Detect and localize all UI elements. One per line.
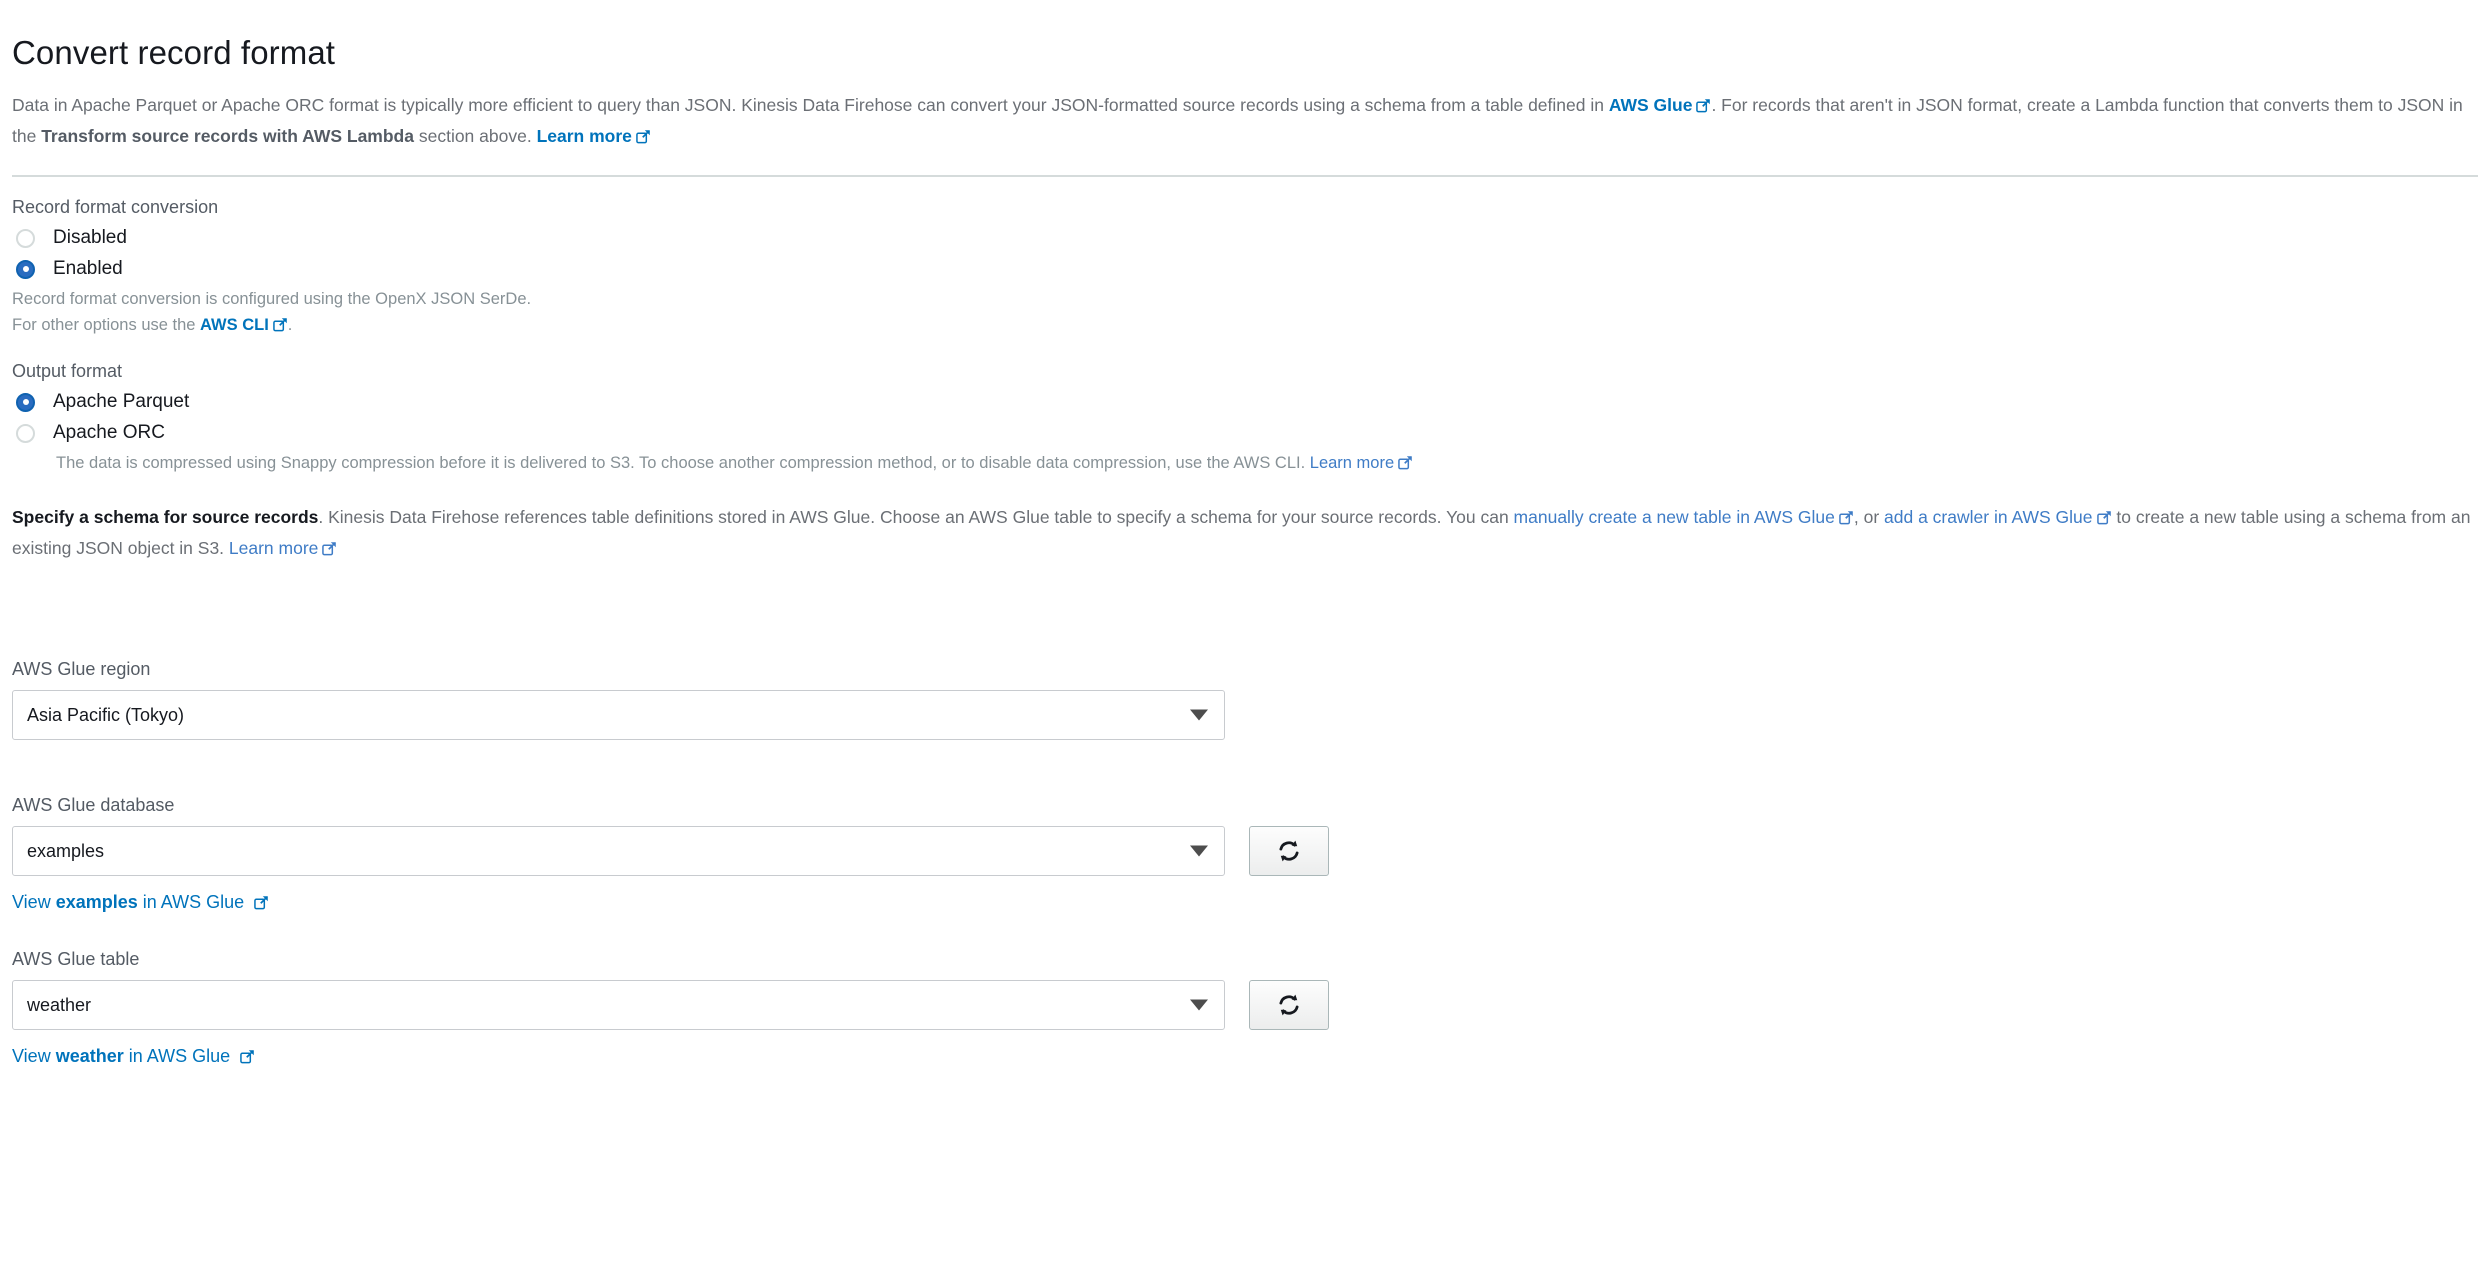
refresh-icon bbox=[1276, 992, 1302, 1018]
radio-apache-parquet-control[interactable] bbox=[16, 393, 35, 412]
external-link-icon bbox=[273, 317, 288, 332]
radio-apache-orc-control[interactable] bbox=[16, 424, 35, 443]
radio-apache-orc-label: Apache ORC bbox=[53, 422, 165, 444]
external-link-icon bbox=[1398, 455, 1413, 470]
output-format-group: Output format Apache Parquet Apache ORC … bbox=[12, 361, 2478, 476]
compression-learn-more-label: Learn more bbox=[1310, 454, 1394, 472]
radio-option-apache-parquet[interactable]: Apache Parquet bbox=[12, 391, 2478, 413]
intro-description: Data in Apache Parquet or Apache ORC for… bbox=[12, 90, 2478, 152]
add-crawler-link[interactable]: add a crawler in AWS Glue bbox=[1884, 507, 2092, 527]
view-database-in-aws-glue-link[interactable]: View examples in AWS Glue bbox=[12, 892, 269, 913]
chevron-down-icon bbox=[1190, 1000, 1208, 1011]
external-link-icon bbox=[322, 541, 337, 556]
view-table-suffix: in AWS Glue bbox=[124, 1046, 230, 1066]
aws-glue-table-value: weather bbox=[27, 995, 91, 1016]
radio-disabled-control[interactable] bbox=[16, 229, 35, 248]
external-link-icon bbox=[1696, 98, 1711, 113]
compression-help-text: The data is compressed using Snappy comp… bbox=[56, 454, 1310, 472]
aws-glue-table-select[interactable]: weather bbox=[12, 980, 1225, 1030]
chevron-down-icon bbox=[1190, 710, 1208, 721]
aws-glue-region-field: AWS Glue region Asia Pacific (Tokyo) bbox=[12, 659, 2478, 740]
output-format-label: Output format bbox=[12, 361, 2478, 382]
view-table-prefix: View bbox=[12, 1046, 56, 1066]
aws-glue-table-row: weather bbox=[12, 980, 2478, 1030]
add-crawler-label: add a crawler in AWS Glue bbox=[1884, 507, 2092, 527]
record-format-conversion-help: Record format conversion is configured u… bbox=[12, 286, 2478, 338]
schema-learn-more-label: Learn more bbox=[229, 538, 319, 558]
aws-glue-database-field: AWS Glue database examples View examples… bbox=[12, 795, 2478, 913]
radio-option-disabled[interactable]: Disabled bbox=[12, 227, 2478, 249]
intro-text-1: Data in Apache Parquet or Apache ORC for… bbox=[12, 95, 1609, 115]
aws-glue-link[interactable]: AWS Glue bbox=[1609, 95, 1693, 115]
aws-glue-database-value: examples bbox=[27, 841, 104, 862]
aws-glue-region-row: Asia Pacific (Tokyo) bbox=[12, 690, 2478, 740]
external-link-icon bbox=[254, 895, 269, 910]
aws-cli-help-post: . bbox=[288, 316, 293, 334]
external-link-icon bbox=[2097, 510, 2112, 525]
radio-apache-parquet-label: Apache Parquet bbox=[53, 391, 189, 413]
intro-text-3: section above. bbox=[414, 126, 537, 146]
record-format-conversion-label: Record format conversion bbox=[12, 197, 2478, 218]
serde-help-line: Record format conversion is configured u… bbox=[12, 286, 2478, 312]
external-link-icon bbox=[1839, 510, 1854, 525]
schema-text-1: . Kinesis Data Firehose references table… bbox=[318, 507, 1513, 527]
view-database-prefix: View bbox=[12, 892, 56, 912]
aws-cli-link[interactable]: AWS CLI bbox=[200, 316, 269, 334]
convert-record-format-panel: Convert record format Data in Apache Par… bbox=[0, 0, 2490, 1283]
external-link-icon bbox=[636, 129, 651, 144]
aws-cli-help-line: For other options use the AWS CLI. bbox=[12, 312, 2478, 338]
aws-cli-link-label: AWS CLI bbox=[200, 316, 269, 334]
schema-description: Specify a schema for source records. Kin… bbox=[12, 502, 2478, 564]
view-database-suffix: in AWS Glue bbox=[138, 892, 244, 912]
aws-glue-region-value: Asia Pacific (Tokyo) bbox=[27, 705, 184, 726]
aws-glue-link-label: AWS Glue bbox=[1609, 95, 1693, 115]
manually-create-table-link[interactable]: manually create a new table in AWS Glue bbox=[1514, 507, 1835, 527]
record-format-conversion-group: Record format conversion Disabled Enable… bbox=[12, 197, 2478, 338]
intro-bold-section: Transform source records with AWS Lambda bbox=[41, 126, 414, 146]
aws-glue-table-field: AWS Glue table weather View weather in A… bbox=[12, 949, 2478, 1067]
refresh-icon bbox=[1276, 838, 1302, 864]
external-link-icon bbox=[240, 1049, 255, 1064]
manually-create-table-label: manually create a new table in AWS Glue bbox=[1514, 507, 1835, 527]
aws-glue-region-label: AWS Glue region bbox=[12, 659, 2478, 680]
output-format-help: The data is compressed using Snappy comp… bbox=[56, 450, 2478, 476]
radio-disabled-label: Disabled bbox=[53, 227, 127, 249]
schema-bold-lead: Specify a schema for source records bbox=[12, 507, 318, 527]
aws-cli-help-pre: For other options use the bbox=[12, 316, 200, 334]
aws-glue-database-label: AWS Glue database bbox=[12, 795, 2478, 816]
compression-learn-more-link[interactable]: Learn more bbox=[1310, 454, 1394, 472]
intro-learn-more-link[interactable]: Learn more bbox=[537, 126, 632, 146]
schema-text-2: , or bbox=[1854, 507, 1884, 527]
page-title: Convert record format bbox=[12, 34, 2478, 72]
radio-enabled-control[interactable] bbox=[16, 260, 35, 279]
aws-glue-table-label: AWS Glue table bbox=[12, 949, 2478, 970]
section-divider bbox=[12, 175, 2478, 177]
chevron-down-icon bbox=[1190, 846, 1208, 857]
radio-enabled-label: Enabled bbox=[53, 258, 123, 280]
view-table-name: weather bbox=[56, 1046, 124, 1066]
view-database-name: examples bbox=[56, 892, 138, 912]
aws-glue-region-select[interactable]: Asia Pacific (Tokyo) bbox=[12, 690, 1225, 740]
refresh-table-button[interactable] bbox=[1249, 980, 1329, 1030]
schema-learn-more-link[interactable]: Learn more bbox=[229, 538, 319, 558]
aws-glue-database-select[interactable]: examples bbox=[12, 826, 1225, 876]
radio-option-enabled[interactable]: Enabled bbox=[12, 258, 2478, 280]
view-table-in-aws-glue-link[interactable]: View weather in AWS Glue bbox=[12, 1046, 255, 1067]
aws-glue-database-row: examples bbox=[12, 826, 2478, 876]
radio-option-apache-orc[interactable]: Apache ORC bbox=[12, 422, 2478, 444]
refresh-database-button[interactable] bbox=[1249, 826, 1329, 876]
intro-learn-more-label: Learn more bbox=[537, 126, 632, 146]
